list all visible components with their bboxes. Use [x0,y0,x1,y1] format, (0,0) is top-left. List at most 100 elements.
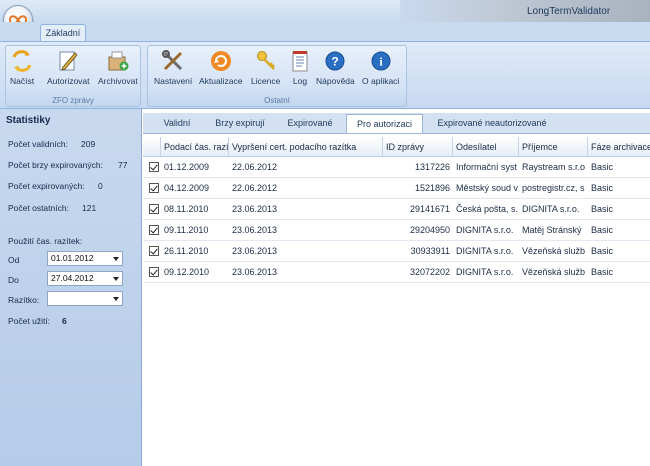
cell-id: 30933911 [410,246,450,256]
uses-count-label: Počet užití: [8,316,51,326]
group-label-ostatni: Ostatní [264,96,290,105]
group-ostatni: Nastavení Aktualizace Licence Log ? Nápo… [147,45,407,107]
archivovat-label: Archivovat [98,76,138,86]
archivovat-button[interactable]: Archivovat [98,49,138,86]
cell-prijemce: postregistr.cz, s [522,183,585,193]
cell-prijemce: Matěj Stránský [522,225,582,235]
cell-prijemce: Vězeňská služb [522,267,586,277]
chevron-down-icon [113,257,119,261]
header-vyprseni[interactable]: Vypršení cert. podacího razítka [229,137,383,157]
cell-vyprseni: 22.06.2012 [232,183,278,193]
statistics-panel: Statistiky Počet validních: 209 Počet br… [0,109,142,466]
nacist-button[interactable]: Načíst [10,49,34,86]
cell-odesilatel: DIGNITA s.r.o. [456,246,514,256]
row-checkbox[interactable] [149,225,159,235]
tab-expirovane-neautorizovane[interactable]: Expirované neautorizované [427,113,557,133]
autorizovat-button[interactable]: Autorizovat [47,49,90,86]
table-row[interactable]: 09.11.2010 23.06.2013 29204950 DIGNITA s… [143,220,650,241]
stamp-usage-label: Použití čas. razítek: [8,236,83,246]
table-row[interactable]: 26.11.2010 23.06.2013 30933911 DIGNITA s… [143,241,650,262]
cell-podaci: 26.11.2010 [164,246,209,256]
cell-id: 32072202 [409,267,450,277]
row-checkbox[interactable] [149,183,159,193]
autorizovat-label: Autorizovat [47,76,90,86]
nastaveni-label: Nastavení [154,76,193,86]
table-row[interactable]: 01.12.2009 22.06.2012 1317226 Informační… [143,157,650,178]
ribbon: Načíst Autorizovat Archivovat ZFO zprávy… [0,41,650,109]
header-odesilatel[interactable]: Odesílatel [453,137,519,157]
date-to-label: Do [8,275,19,285]
cell-faze: Basic [591,162,614,172]
date-to-value: 27.04.2012 [51,273,94,283]
napoveda-button[interactable]: ? Nápověda [316,49,355,86]
cell-odesilatel: DIGNITA s.r.o. [456,225,514,235]
folder-arrows-icon [10,49,34,73]
help-icon: ? [323,49,347,73]
uses-count-value: 6 [62,316,67,326]
date-to-picker[interactable]: 27.04.2012 [47,271,123,286]
tab-pro-autorizaci[interactable]: Pro autorizaci [346,114,423,134]
stat-expired-value: 0 [98,181,103,191]
tab-brzy-expiruji[interactable]: Brzy expirují [207,113,273,133]
stamp-select[interactable] [47,291,123,306]
pen-paper-icon [56,49,80,73]
row-checkbox[interactable] [149,162,159,172]
cell-podaci: 09.12.2010 [164,267,210,277]
cell-vyprseni: 23.06.2013 [232,204,278,214]
cell-odesilatel: Česká pošta, s. [456,204,519,214]
row-checkbox[interactable] [149,267,159,277]
date-from-label: Od [8,255,20,265]
tab-validni[interactable]: Validní [147,113,207,133]
header-podaci[interactable]: Podací čas. razí [161,137,229,157]
licence-button[interactable]: Licence [251,49,280,86]
header-checkbox-column [143,137,161,157]
notepad-icon [288,49,312,73]
o-aplikaci-button[interactable]: i O aplikaci [362,49,399,86]
aktualizace-button[interactable]: Aktualizace [199,49,242,86]
nacist-label: Načíst [10,76,35,86]
cell-id: 29204950 [409,225,450,235]
table-row[interactable]: 04.12.2009 22.06.2012 1521896 Městský so… [143,178,650,199]
cell-faze: Basic [591,267,614,277]
cell-faze: Basic [591,225,614,235]
cell-vyprseni: 23.06.2013 [232,246,278,256]
log-button[interactable]: Log [288,49,312,86]
napoveda-label: Nápověda [316,76,355,86]
stamp-select-label: Razítko: [8,295,40,305]
table-row[interactable]: 08.11.2010 23.06.2013 29141671 Česká poš… [143,199,650,220]
header-prijemce[interactable]: Příjemce [519,137,588,157]
stat-soon-expiring-value: 77 [118,160,128,170]
ribbon-tab-row [0,22,650,41]
chevron-down-icon [113,297,119,301]
tools-icon [161,49,185,73]
ribbon-tab-zakladni[interactable]: Základní [40,24,86,42]
cell-id: 1521896 [414,183,450,193]
title-bar-background [400,0,650,22]
header-faze[interactable]: Fáze archivace [588,137,650,157]
date-from-value: 01.01.2012 [51,253,94,263]
info-icon: i [369,49,393,73]
stat-valid-value: 209 [81,139,96,149]
cell-podaci: 08.11.2010 [164,204,209,214]
licence-label: Licence [251,76,281,86]
grid-header: Podací čas. razí Vypršení cert. podacího… [143,137,650,157]
cell-faze: Basic [591,246,614,256]
stat-other-label: Počet ostatních: [8,203,69,213]
date-from-picker[interactable]: 01.01.2012 [47,251,123,266]
row-checkbox[interactable] [149,246,159,256]
app-title: LongTermValidator [527,6,611,17]
header-id-zpravy[interactable]: ID zprávy [383,137,453,157]
table-row[interactable]: 09.12.2010 23.06.2013 32072202 DIGNITA s… [143,262,650,283]
cell-faze: Basic [591,204,614,214]
nastaveni-button[interactable]: Nastavení [154,49,192,86]
cell-podaci: 09.11.2010 [164,225,209,235]
key-icon [254,49,278,73]
cell-vyprseni: 23.06.2013 [232,267,278,277]
group-label-zfo: ZFO zprávy [52,96,94,105]
content-tabs: Validní Brzy expirují Expirované Pro aut… [143,113,650,134]
tab-expirovane[interactable]: Expirované [275,113,345,133]
refresh-icon [209,49,233,73]
row-checkbox[interactable] [149,204,159,214]
cell-prijemce: DIGNITA s.r.o. [522,204,580,214]
chevron-down-icon [113,277,119,281]
